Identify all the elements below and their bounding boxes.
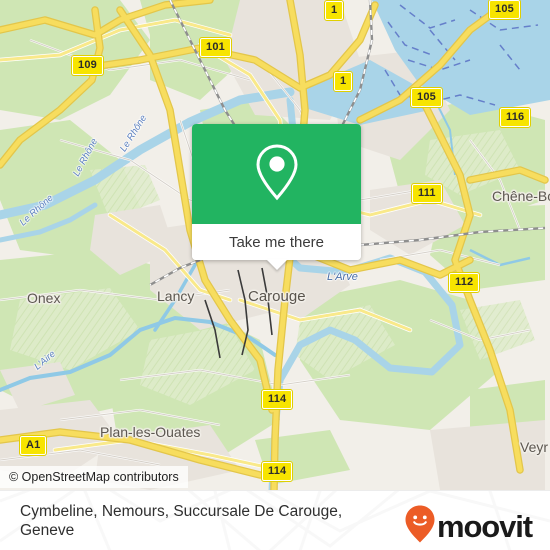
moovit-logo[interactable]: moovit xyxy=(405,505,533,548)
location-title: Cymbeline, Nemours, Succursale De Caroug… xyxy=(20,503,343,539)
popup-pointer-tail xyxy=(265,259,288,270)
popup-header xyxy=(192,124,361,224)
moovit-wordmark: moovit xyxy=(436,509,533,544)
take-me-there-button[interactable]: Take me there xyxy=(192,224,361,260)
footer-bar: Cymbeline, Nemours, Succursale De Caroug… xyxy=(0,490,550,550)
location-popup-card[interactable]: Take me there xyxy=(192,124,361,270)
osm-attribution[interactable]: © OpenStreetMap contributors xyxy=(0,466,188,488)
moovit-map-page: Onex Lancy Carouge Plan-les-Ouates Chêne… xyxy=(0,0,550,550)
moovit-smiley-pin-icon xyxy=(405,505,435,548)
map-canvas[interactable]: Onex Lancy Carouge Plan-les-Ouates Chêne… xyxy=(0,0,550,490)
location-pin-icon xyxy=(254,143,300,206)
